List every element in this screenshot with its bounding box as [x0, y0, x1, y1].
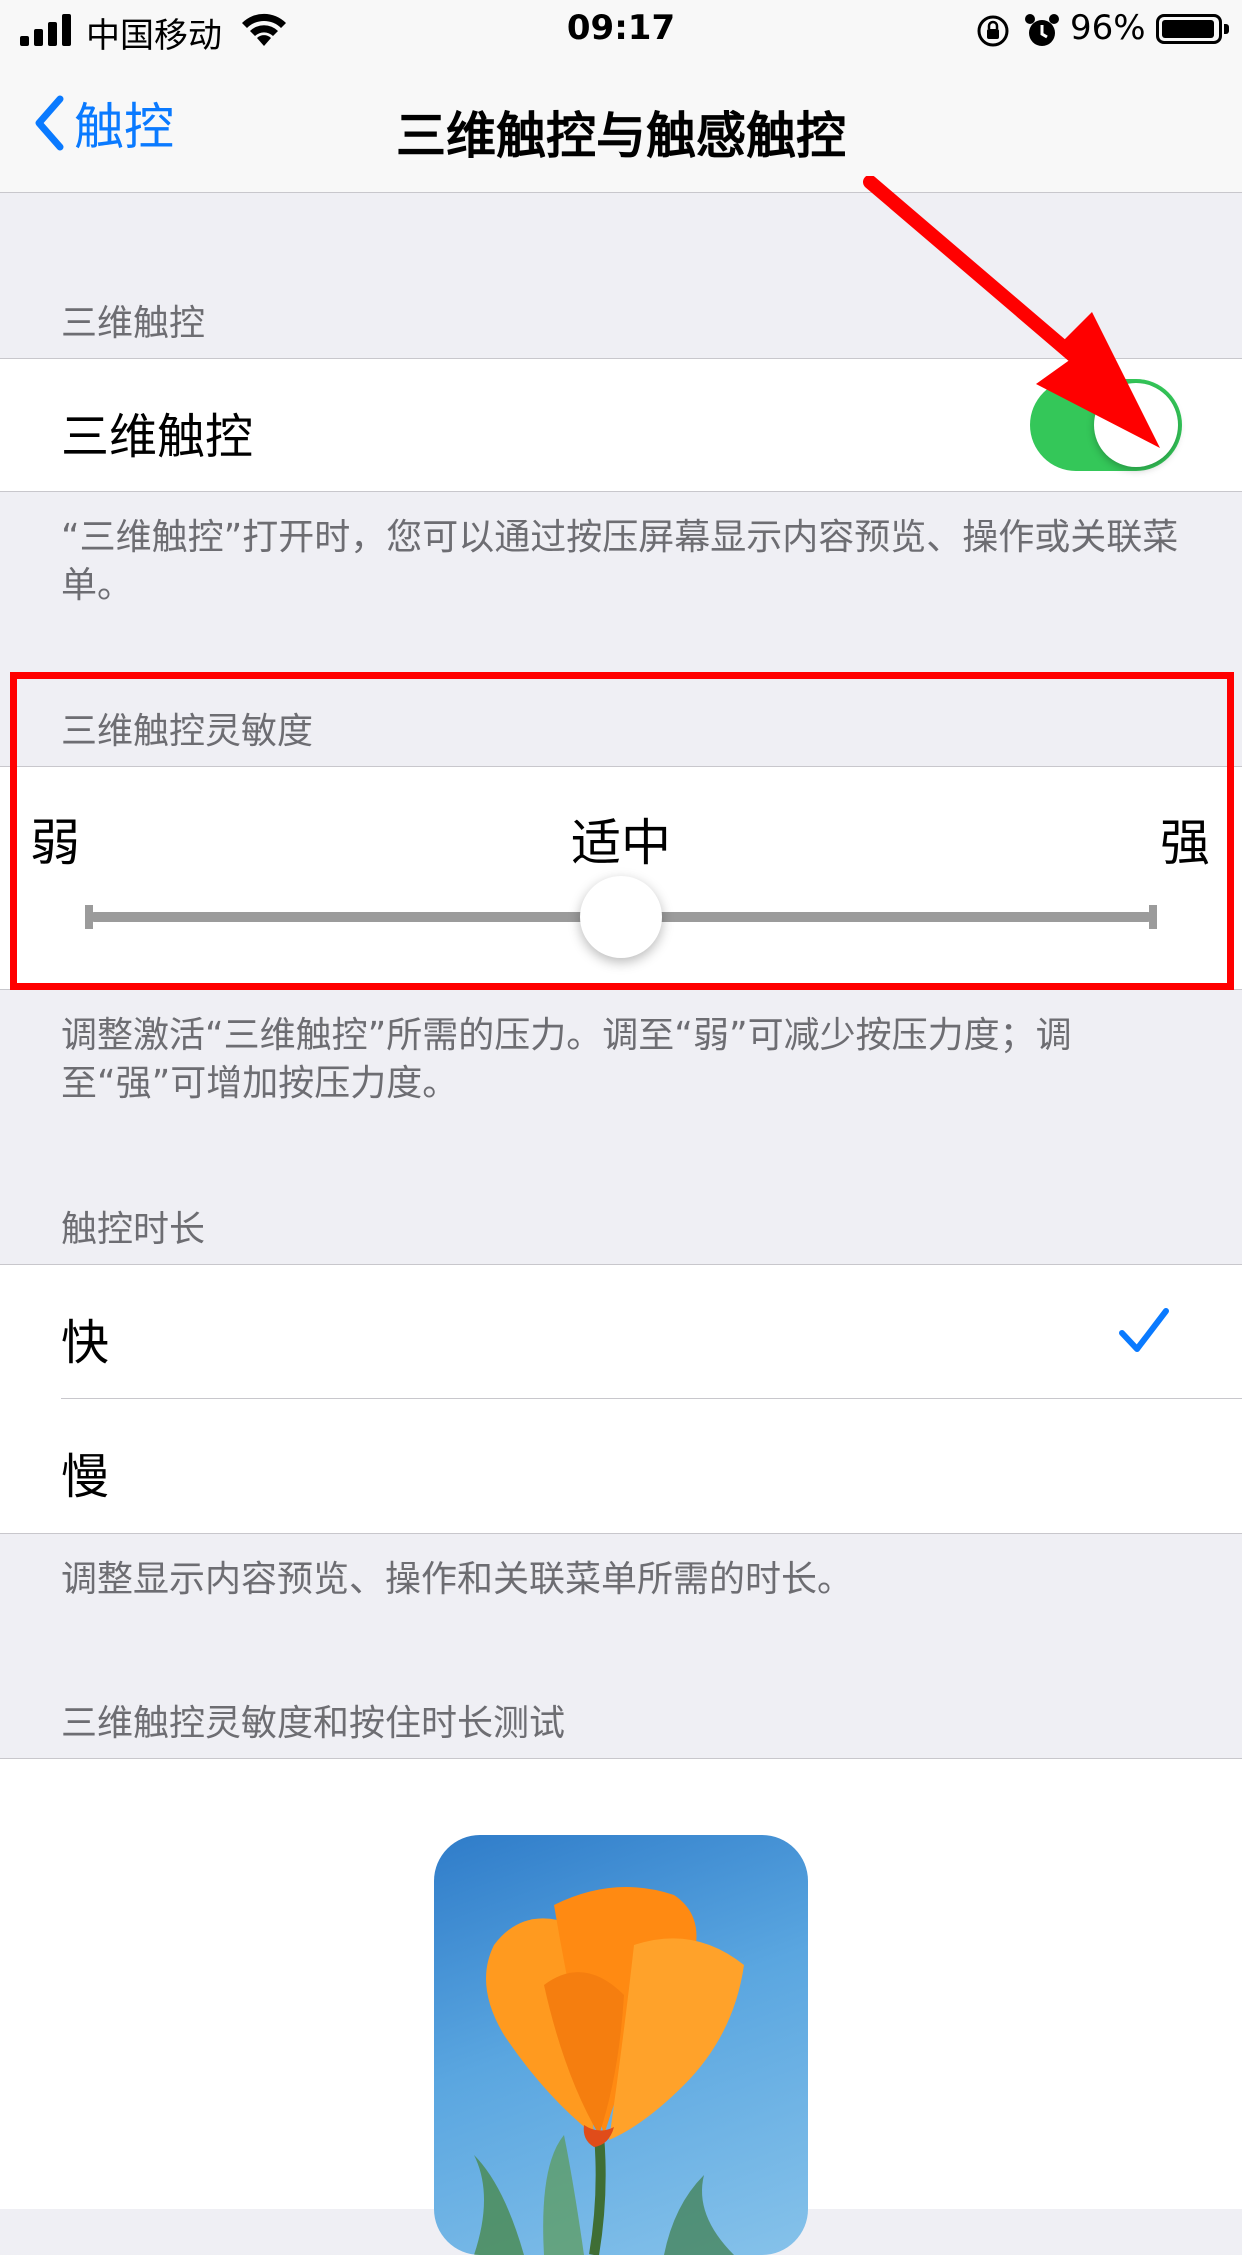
list-item-slow[interactable]: 慢 — [0, 1399, 1242, 1532]
section-header-test: 三维触控灵敏度和按住时长测试 — [61, 1703, 566, 1744]
annotation-highlight-box — [10, 672, 1234, 990]
battery-percent: 96% — [1070, 8, 1146, 48]
option-label-fast: 快 — [61, 1315, 110, 1371]
duration-options-group: 快 慢 — [0, 1264, 1242, 1534]
navigation-bar: 触控 三维触控与触感触控 — [0, 60, 1242, 193]
section-header-duration: 触控时长 — [61, 1209, 206, 1250]
checkmark-icon — [1119, 1308, 1169, 1352]
annotation-arrow — [863, 176, 1160, 448]
section-footer-duration: 调整显示内容预览、操作和关联菜单所需的时长。 — [61, 1559, 854, 1600]
battery-icon — [1156, 14, 1222, 44]
section-footer-sensitivity: 调整激活“三维触控”所需的压力。调至“弱”可减少按压力度；调至“强”可增加按压力… — [61, 1015, 1072, 1104]
option-label-slow: 慢 — [61, 1449, 110, 1505]
section-header-3d-touch: 三维触控 — [61, 303, 206, 344]
section-footer-3d-touch: “三维触控”打开时，您可以通过按压屏幕显示内容预览、操作或关联菜单。 — [61, 517, 1179, 606]
battery-cap — [1224, 24, 1229, 34]
list-item-fast[interactable]: 快 — [0, 1265, 1242, 1398]
poppy-flower-image — [474, 1887, 744, 2255]
test-photo[interactable] — [434, 1835, 808, 2255]
alarm-icon — [1025, 14, 1059, 46]
page-title: 三维触控与触感触控 — [396, 107, 846, 165]
test-area — [0, 1758, 1242, 2255]
rotation-lock-icon — [977, 15, 1009, 47]
cell-label-3d-touch: 三维触控 — [61, 409, 254, 465]
status-bar: 中国移动 09:17 96% — [0, 0, 1242, 60]
